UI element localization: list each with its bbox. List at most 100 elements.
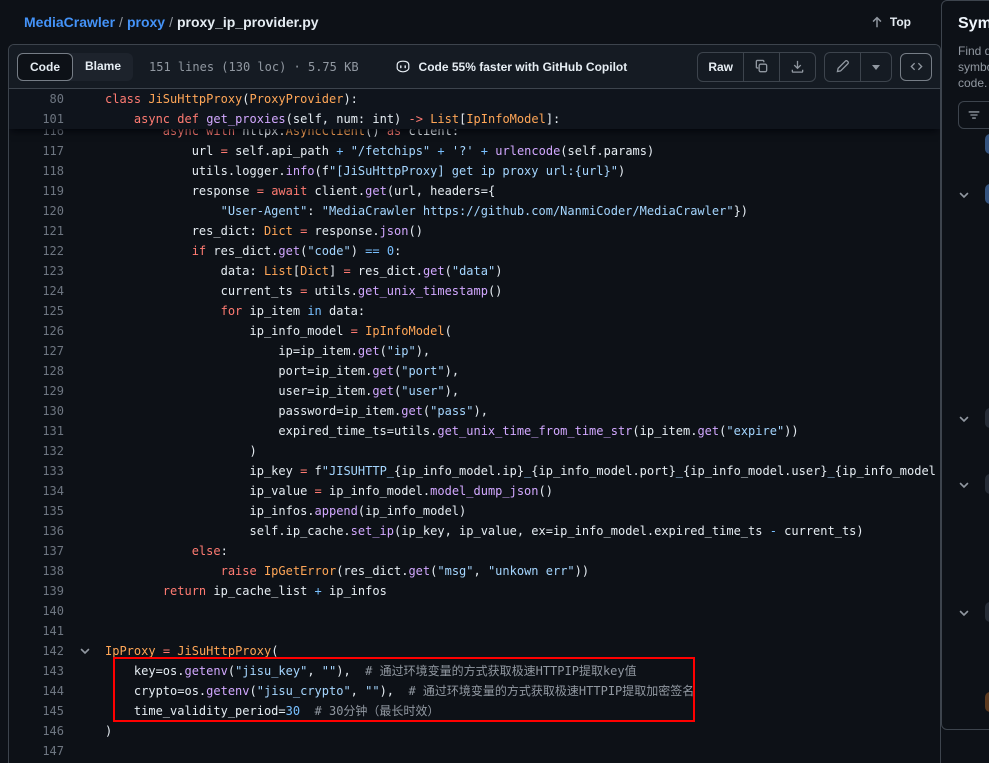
symbol-chevron[interactable] (958, 478, 970, 496)
line-number[interactable]: 137 (9, 541, 64, 561)
code-line: 137 else: (9, 541, 940, 561)
breadcrumb-repo-link[interactable]: MediaCrawler (24, 14, 115, 30)
line-number[interactable]: 80 (9, 89, 64, 109)
symbols-pane-description: Find definitions and references for func… (958, 43, 989, 91)
fold-toggle[interactable] (64, 645, 105, 657)
caret-down-icon (871, 62, 881, 72)
symbols-filter-box (958, 101, 989, 129)
copilot-banner[interactable]: Code 55% faster with GitHub Copilot (395, 59, 628, 75)
line-number[interactable]: 130 (9, 401, 64, 421)
line-number[interactable]: 147 (9, 741, 64, 761)
line-number[interactable]: 123 (9, 261, 64, 281)
line-number[interactable]: 135 (9, 501, 64, 521)
tab-code[interactable]: Code (17, 53, 73, 81)
symbol-item (942, 692, 989, 712)
edit-dropdown-button[interactable] (860, 53, 891, 81)
code-line-text: crypto=os.getenv("jisu_crypto", ""), # 通… (105, 681, 940, 701)
code-line-text: self.ip_cache.set_ip(ip_key, ip_value, e… (105, 521, 940, 541)
line-number[interactable]: 122 (9, 241, 64, 261)
symbol-pill[interactable] (985, 408, 989, 428)
line-number[interactable]: 136 (9, 521, 64, 541)
code-line: 144 crypto=os.getenv("jisu_crypto", ""),… (9, 681, 940, 701)
code-line-text: time_validity_period=30 # 30分钟（最长时效） (105, 701, 940, 721)
code-line: 142IpProxy = JiSuHttpProxy( (9, 641, 940, 661)
code-line: 141 (9, 621, 940, 641)
symbol-chevron[interactable] (958, 606, 970, 624)
code-line-text: for ip_item in data: (105, 301, 940, 321)
symbol-chevron[interactable] (958, 412, 970, 430)
line-number[interactable]: 132 (9, 441, 64, 461)
code-line-text: password=ip_item.get("pass"), (105, 401, 940, 421)
download-icon (790, 59, 805, 74)
line-number[interactable]: 129 (9, 381, 64, 401)
code-line-text: ) (105, 441, 940, 461)
copy-button[interactable] (743, 53, 779, 81)
code-line: 130 password=ip_item.get("pass"), (9, 401, 940, 421)
line-number[interactable]: 139 (9, 581, 64, 601)
symbol-pill[interactable] (985, 184, 989, 204)
code-line-text: "User-Agent": "MediaCrawler https://gith… (105, 201, 940, 221)
line-number[interactable]: 128 (9, 361, 64, 381)
code-line-text: utils.logger.info(f"[JiSuHttpProxy] get … (105, 161, 940, 181)
code-line-text: ip_key = f"JISUHTTP_{ip_info_model.ip}_{… (105, 461, 940, 481)
code-line-text: class JiSuHttpProxy(ProxyProvider): (105, 89, 940, 109)
code-line: 123 data: List[Dict] = res_dict.get("dat… (9, 261, 940, 281)
code-line: 134 ip_value = ip_info_model.model_dump_… (9, 481, 940, 501)
line-number[interactable]: 120 (9, 201, 64, 221)
symbol-chevron[interactable] (958, 188, 970, 206)
code-line: 132 ) (9, 441, 940, 461)
code-line: 126 ip_info_model = IpInfoModel( (9, 321, 940, 341)
code-line-text: else: (105, 541, 940, 561)
line-number[interactable]: 146 (9, 721, 64, 741)
tab-blame[interactable]: Blame (73, 53, 133, 81)
symbols-toggle-button[interactable] (900, 53, 932, 81)
breadcrumb-folder-link[interactable]: proxy (127, 14, 165, 30)
line-number[interactable]: 117 (9, 141, 64, 161)
line-number[interactable]: 133 (9, 461, 64, 481)
code-line: 128 port=ip_item.get("port"), (9, 361, 940, 381)
line-number[interactable]: 143 (9, 661, 64, 681)
chevron-down-icon (958, 189, 970, 201)
raw-button[interactable]: Raw (698, 53, 743, 81)
line-number[interactable]: 140 (9, 601, 64, 621)
line-number[interactable]: 144 (9, 681, 64, 701)
toolbar-actions: Raw (697, 52, 932, 82)
line-number[interactable]: 125 (9, 301, 64, 321)
line-number[interactable]: 127 (9, 341, 64, 361)
line-number[interactable]: 131 (9, 421, 64, 441)
code-line: 146) (9, 721, 940, 741)
code-line: 101 async def get_proxies(self, num: int… (9, 109, 940, 129)
symbol-item (942, 184, 989, 204)
line-number[interactable]: 142 (9, 641, 64, 661)
file-meta-text: 151 lines (130 loc) · 5.75 KB (149, 60, 359, 74)
edit-button[interactable] (825, 53, 860, 81)
line-number[interactable]: 141 (9, 621, 64, 641)
line-number[interactable]: 118 (9, 161, 64, 181)
breadcrumb: MediaCrawler/proxy/proxy_ip_provider.py (24, 14, 319, 30)
symbol-pill[interactable] (985, 134, 989, 154)
edit-group (824, 52, 892, 82)
code-line-text: key=os.getenv("jisu_key", ""), # 通过环境变量的… (105, 661, 940, 681)
line-number[interactable]: 126 (9, 321, 64, 341)
code-line-text: raise IpGetError(res_dict.get("msg", "un… (105, 561, 940, 581)
code-line: 124 current_ts = utils.get_unix_timestam… (9, 281, 940, 301)
line-number[interactable]: 145 (9, 701, 64, 721)
line-number[interactable]: 134 (9, 481, 64, 501)
symbol-item (942, 134, 989, 154)
back-to-top-button[interactable]: Top (870, 15, 911, 29)
line-number[interactable]: 124 (9, 281, 64, 301)
symbol-pill[interactable] (985, 602, 989, 622)
breadcrumb-filename: proxy_ip_provider.py (177, 14, 319, 30)
symbol-item (942, 408, 989, 428)
line-number[interactable]: 101 (9, 109, 64, 129)
code-line-text: ip_infos.append(ip_info_model) (105, 501, 940, 521)
line-number[interactable]: 138 (9, 561, 64, 581)
download-button[interactable] (779, 53, 815, 81)
symbol-pill[interactable] (985, 692, 989, 712)
symbol-pill[interactable] (985, 474, 989, 494)
line-number[interactable]: 121 (9, 221, 64, 241)
symbol-item (942, 474, 989, 494)
code-line: 143 key=os.getenv("jisu_key", ""), # 通过环… (9, 661, 940, 681)
copy-icon (754, 59, 769, 74)
line-number[interactable]: 119 (9, 181, 64, 201)
